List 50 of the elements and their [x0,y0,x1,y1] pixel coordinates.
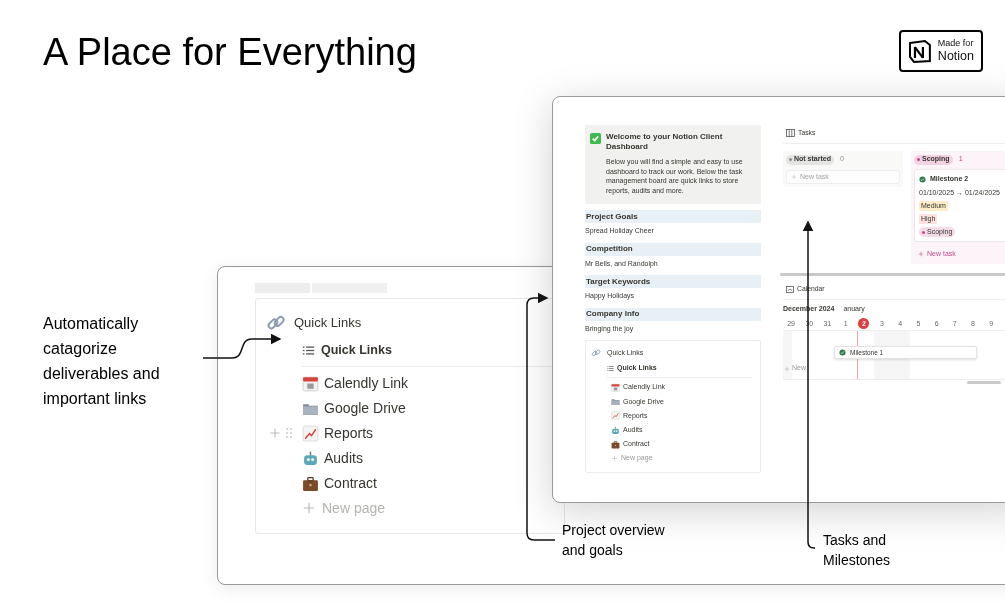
block-title: Quick Links [294,314,362,333]
annotation-text: important links [43,389,148,409]
folder-icon [611,397,620,407]
page-link[interactable]: Contract [324,472,377,494]
link-icon [591,348,601,358]
annotation-text: catagorize [43,339,118,359]
annotation-text: deliverables and [43,364,160,384]
calendar-view-icon [786,285,794,293]
plus-icon [791,174,797,181]
callout-title: Welcome to your Notion Client Dashboard [606,132,724,152]
annotation-text: Milestones [823,551,890,570]
section-heading: Company Info [585,307,761,321]
annotation-text: and goals [562,541,624,560]
checkbox-icon [590,133,601,144]
drag-handle-icon[interactable] [285,427,293,440]
badge-caption: Made for [937,39,974,49]
annotation-text: Tasks and [823,531,888,550]
chart-icon [302,424,319,442]
check-icon [919,175,926,183]
briefcase-icon [611,439,620,449]
plus-icon [784,365,790,372]
list-icon [302,343,315,357]
page-title: A Place for Everything [43,30,417,75]
annotation-text: Automatically [43,314,140,334]
plus-icon [269,427,281,440]
list-icon [607,364,614,372]
annotation-text: Project overview [562,521,665,540]
notion-logo [908,39,932,63]
check-icon [839,349,846,357]
robot-icon [302,449,319,467]
page-link[interactable]: Audits [324,447,363,469]
scrollbar[interactable] [780,273,1005,277]
view-tab[interactable]: Quick Links [321,341,392,360]
section-heading: Competition [585,242,761,256]
board-icon [786,129,795,138]
briefcase-icon [302,474,319,492]
page-link[interactable]: Reports [324,422,374,444]
calendar-icon [302,374,319,392]
page-link[interactable]: Calendly Link [324,372,409,394]
section-heading: Target Keywords [585,275,761,288]
badge-label: Notion [937,50,974,63]
chart-icon [611,411,620,421]
plus-icon [611,454,618,462]
page-link[interactable]: Google Drive [324,397,406,419]
plus-icon [918,251,924,258]
calendar-icon [611,383,620,393]
section-heading: Project Goals [585,210,761,223]
scrollbar[interactable] [967,381,1001,385]
robot-icon [611,425,620,435]
plus-icon [302,501,316,516]
